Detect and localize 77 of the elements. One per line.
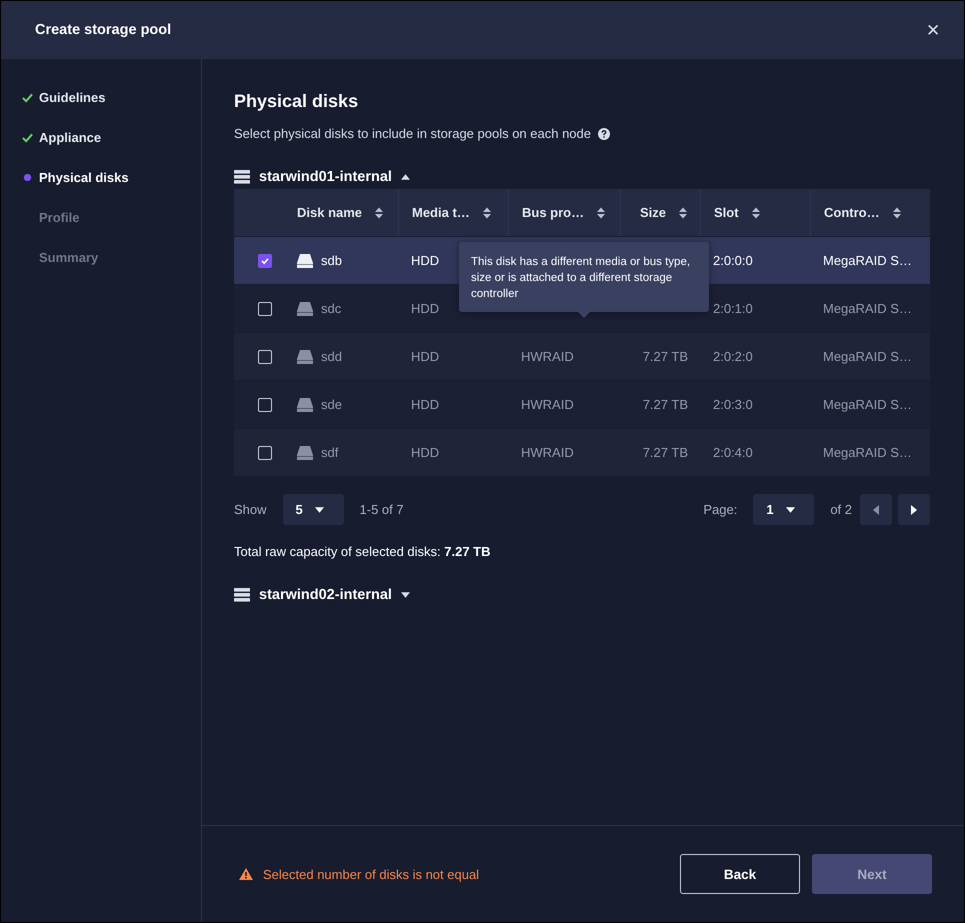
sort-icon <box>892 206 902 218</box>
node-toggle[interactable]: starwind02-internal <box>234 583 410 607</box>
caret-up-icon <box>400 174 410 180</box>
table-cell: 7.27 TB <box>642 397 688 412</box>
show-label: Show <box>234 502 267 517</box>
wizard-step[interactable]: Profile <box>1 197 201 237</box>
server-icon <box>234 588 250 602</box>
page-description: Select physical disks to include in storage pools on each node <box>234 126 591 141</box>
caret-down-icon <box>314 506 324 512</box>
table-cell: 7.27 TB <box>642 445 688 460</box>
wizard-step[interactable]: Appliance <box>1 117 201 157</box>
table-cell: HWRAID <box>521 397 574 412</box>
wizard-step[interactable]: Guidelines <box>1 77 201 117</box>
next-page-button[interactable] <box>898 494 930 525</box>
table-cell: MegaRAID S… <box>823 301 912 316</box>
checkbox[interactable] <box>258 254 272 268</box>
tooltip: This disk has a different media or bus type, size or is attached to a different storage controller <box>459 242 709 318</box>
caret-down-icon <box>400 592 410 598</box>
table-cell: 7.27 TB <box>642 349 688 364</box>
check-icon <box>260 256 270 266</box>
table-cell: 2:0:4:0 <box>713 445 753 460</box>
sort-icon <box>750 206 761 218</box>
column-header[interactable]: Disk name <box>284 189 398 236</box>
table-cell: MegaRAID S… <box>823 253 912 268</box>
warning-icon <box>239 868 253 880</box>
table-cell: HWRAID <box>521 445 574 460</box>
column-header[interactable]: Slot <box>700 189 810 236</box>
table-cell: HDD <box>411 445 440 460</box>
warning-message: Selected number of disks is not equal <box>263 866 480 882</box>
pointer-icon <box>578 312 590 318</box>
sort-icon <box>678 206 688 218</box>
table-cell: 2:0:2:0 <box>713 349 753 364</box>
table-cell: MegaRAID S… <box>823 397 912 412</box>
check-icon <box>22 92 33 102</box>
table-cell: MegaRAID S… <box>823 349 912 364</box>
table-cell: sdc <box>321 301 342 316</box>
secondary-button[interactable]: Back <box>680 854 800 894</box>
sort-icon <box>374 206 384 218</box>
table-cell: sdd <box>321 349 342 364</box>
table-cell: sdf <box>321 445 338 460</box>
table-cell: HDD <box>411 397 440 412</box>
table-cell: HDD <box>411 301 440 316</box>
column-header[interactable]: Size <box>620 189 700 236</box>
table-cell: 2:0:3:0 <box>713 397 753 412</box>
dot-icon <box>22 172 33 182</box>
column-header[interactable]: Media t… <box>398 189 508 236</box>
help-icon[interactable] <box>598 128 610 140</box>
table-cell: HDD <box>411 349 440 364</box>
page-size-dropdown[interactable]: 5 <box>282 494 344 525</box>
column-header[interactable]: Bus pro… <box>508 189 620 236</box>
page-title: Physical disks <box>234 91 360 112</box>
check-icon <box>22 132 33 142</box>
page-label: Page: <box>703 502 738 517</box>
table-cell: MegaRAID S… <box>823 445 912 460</box>
table-cell: sde <box>321 397 342 412</box>
table-cell: 2:0:0:0 <box>713 253 753 268</box>
wizard-step[interactable]: Physical disks <box>1 157 201 197</box>
previous-page-button[interactable] <box>860 494 892 525</box>
table-cell: 2:0:1:0 <box>713 301 753 316</box>
window-title: Create storage pool <box>35 22 172 38</box>
close-button[interactable]: ✕ <box>926 20 940 40</box>
caret-left-icon <box>873 504 879 514</box>
table-cell: sdb <box>321 253 342 268</box>
sort-icon <box>482 206 492 218</box>
column-header[interactable]: Contro… <box>810 189 930 236</box>
table-cell: HDD <box>411 253 440 268</box>
caret-down-icon <box>786 506 795 512</box>
page-count: of 2 <box>830 502 852 517</box>
page-dropdown[interactable]: 1 <box>753 494 814 525</box>
node-toggle[interactable]: starwind01-internal <box>234 165 410 189</box>
total-capacity: Total raw capacity of selected disks: 7.27 TB <box>234 544 492 559</box>
server-icon <box>234 170 250 184</box>
range-text: 1-5 of 7 <box>360 502 404 517</box>
wizard-step[interactable]: Summary <box>1 237 201 277</box>
sort-icon <box>596 206 606 218</box>
table-cell: HWRAID <box>521 349 574 364</box>
caret-right-icon <box>911 504 917 514</box>
